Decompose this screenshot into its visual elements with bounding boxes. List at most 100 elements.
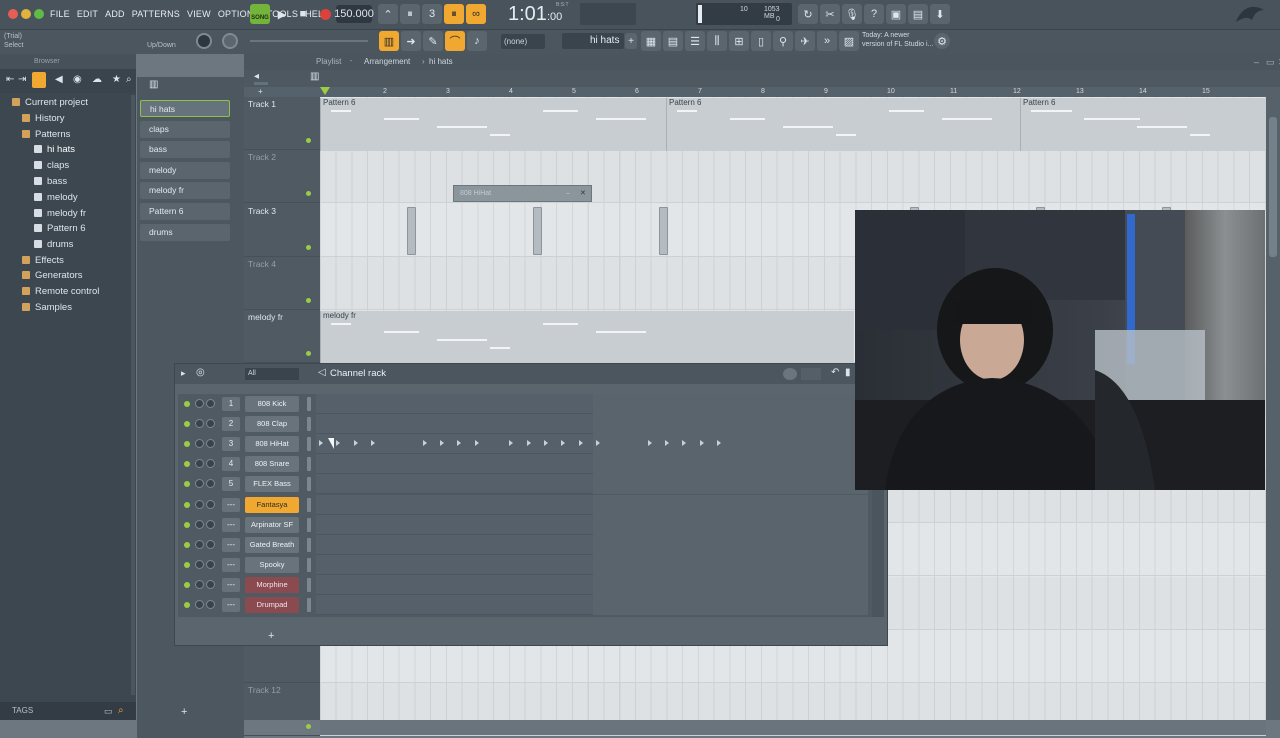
blend-notes-button[interactable]: ⏸	[444, 4, 464, 24]
channel-select-indicator[interactable]	[307, 397, 311, 411]
track-header[interactable]: Track 3	[244, 204, 320, 257]
maximize-window-icon[interactable]	[34, 9, 44, 19]
channel-mute-led[interactable]	[184, 461, 190, 468]
channel-mixer-track[interactable]: 2	[222, 417, 240, 432]
channel-select-indicator[interactable]	[307, 517, 311, 532]
channel-select-indicator[interactable]	[307, 598, 311, 612]
track-header[interactable]: Track 1	[244, 97, 320, 150]
mini-minimize-icon[interactable]: –	[566, 186, 570, 201]
step-note[interactable]	[578, 440, 583, 447]
channel-steps[interactable]	[316, 454, 868, 475]
channel-pan-knob[interactable]	[195, 459, 204, 469]
browser-item[interactable]: claps	[34, 158, 69, 173]
channel-mixer-track[interactable]: ---	[222, 517, 240, 532]
track-mute-led[interactable]	[306, 724, 311, 730]
loop-record-button[interactable]: ∞	[466, 4, 486, 24]
metronome-button[interactable]: ⌃	[378, 4, 398, 24]
step-note[interactable]	[353, 440, 358, 447]
channel-mixer-track[interactable]: 1	[222, 397, 240, 411]
wait-input-button[interactable]: ⏸	[400, 4, 420, 24]
channel-mute-led[interactable]	[184, 421, 190, 428]
channel-steps[interactable]	[316, 434, 868, 455]
mini-plugin-window[interactable]: 808 HiHat – ✕	[453, 185, 592, 202]
channel-volume-knob[interactable]	[206, 519, 215, 529]
channel-name-button[interactable]: Drumpad	[245, 597, 299, 613]
channel-mixer-track[interactable]: 4	[222, 457, 240, 472]
graph-editor-icon[interactable]: ▮	[845, 367, 851, 378]
browser-item[interactable]: History	[22, 111, 65, 126]
pattern-item[interactable]: Pattern 6	[140, 203, 230, 220]
pattern-selector[interactable]: hi hats	[562, 33, 624, 49]
timeline-ruler[interactable]: 2 3 4 5 6 7 8 9 10 11 12 13 14 15	[320, 87, 1266, 97]
browser-scrollbar[interactable]	[131, 95, 135, 695]
add-pattern-to-playlist-icon[interactable]: +	[258, 87, 263, 96]
step-note[interactable]	[543, 440, 548, 447]
typing-keyboard-button[interactable]: ♪	[467, 31, 487, 51]
channel-filter-select[interactable]: All	[245, 368, 299, 380]
step-note[interactable]	[682, 440, 687, 447]
step-note[interactable]	[647, 440, 652, 447]
channel-select-indicator[interactable]	[307, 557, 311, 572]
tag-search-icon[interactable]: ⌕	[118, 702, 124, 720]
rack-menu-arrow-icon[interactable]: ▸	[181, 368, 186, 379]
undo-icon[interactable]: ↶	[831, 367, 839, 378]
tempo-display[interactable]: 150.000	[334, 5, 374, 23]
menu-add[interactable]: ADD	[105, 9, 125, 19]
channel-name-button[interactable]: Spooky	[245, 556, 299, 573]
step-note[interactable]	[422, 440, 427, 447]
stop-button[interactable]: ■	[293, 4, 313, 24]
channel-mute-led[interactable]	[184, 501, 190, 508]
plugin-filter-icon[interactable]: ◉	[73, 74, 82, 85]
playlist-clip[interactable]: Pattern 6	[320, 98, 666, 151]
channel-mixer-track[interactable]: ---	[222, 537, 240, 552]
snap-select[interactable]: (none)	[501, 34, 545, 49]
channel-name-button[interactable]: 808 HiHat	[245, 436, 299, 453]
minimize-playlist-icon[interactable]: –	[1254, 54, 1259, 70]
step-note[interactable]	[509, 440, 514, 447]
track-mute-led[interactable]	[306, 351, 311, 357]
playlist-button[interactable]: ▦	[641, 31, 661, 51]
touch-controller-button[interactable]: ⚲	[773, 31, 793, 51]
channel-volume-knob[interactable]	[206, 439, 215, 449]
hihat-clip[interactable]	[533, 206, 542, 255]
channel-mute-led[interactable]	[184, 541, 190, 548]
song-mode-toggle[interactable]: SONG	[250, 4, 270, 24]
save-button[interactable]: ▣	[886, 4, 906, 24]
playlist-clip[interactable]: melody fr	[320, 311, 854, 365]
browser-item[interactable]: Current project	[12, 95, 88, 110]
snap-button[interactable]: ⌒	[445, 31, 465, 51]
browser-item[interactable]: drums	[34, 237, 73, 252]
browser-button[interactable]: ⊞	[729, 31, 749, 51]
help-button[interactable]: ?	[864, 4, 884, 24]
project-browser-button[interactable]: ✈	[795, 31, 815, 51]
channel-steps[interactable]	[316, 554, 868, 575]
browser-item[interactable]: Effects	[22, 253, 64, 268]
plugin-picker-button[interactable]: ▯	[751, 31, 771, 51]
minimize-window-icon[interactable]	[21, 9, 31, 19]
channel-mute-led[interactable]	[184, 561, 190, 568]
channel-select-indicator[interactable]	[307, 577, 311, 592]
channel-name-button[interactable]: 808 Kick	[245, 396, 299, 412]
channel-pan-knob[interactable]	[195, 600, 204, 609]
master-volume-knob[interactable]	[196, 33, 212, 49]
channel-select-indicator[interactable]	[307, 417, 311, 432]
browser-item[interactable]: melody fr	[34, 206, 86, 221]
browser-item[interactable]: melody	[34, 190, 78, 205]
channel-volume-knob[interactable]	[206, 600, 215, 609]
expand-icon[interactable]: ⇥	[18, 74, 26, 85]
track-mute-led[interactable]	[306, 138, 311, 143]
download-button[interactable]: ⬇	[930, 4, 950, 24]
channel-steps[interactable]	[316, 574, 868, 595]
hihat-clip[interactable]	[407, 206, 416, 255]
pattern-picker-icon[interactable]: ▥	[149, 79, 158, 90]
cloud-icon[interactable]: ☁	[92, 74, 102, 85]
playlist-breadcrumb-pattern[interactable]: hi hats	[429, 54, 453, 70]
channel-pan-knob[interactable]	[195, 519, 204, 529]
channel-mute-led[interactable]	[184, 602, 190, 608]
track-header[interactable]: Track 12	[244, 683, 320, 737]
step-note[interactable]	[319, 440, 323, 447]
play-button[interactable]: ▶	[272, 4, 292, 24]
browser-item[interactable]: Samples	[22, 300, 72, 315]
step-note[interactable]	[440, 440, 445, 447]
channel-steps[interactable]	[316, 474, 868, 495]
